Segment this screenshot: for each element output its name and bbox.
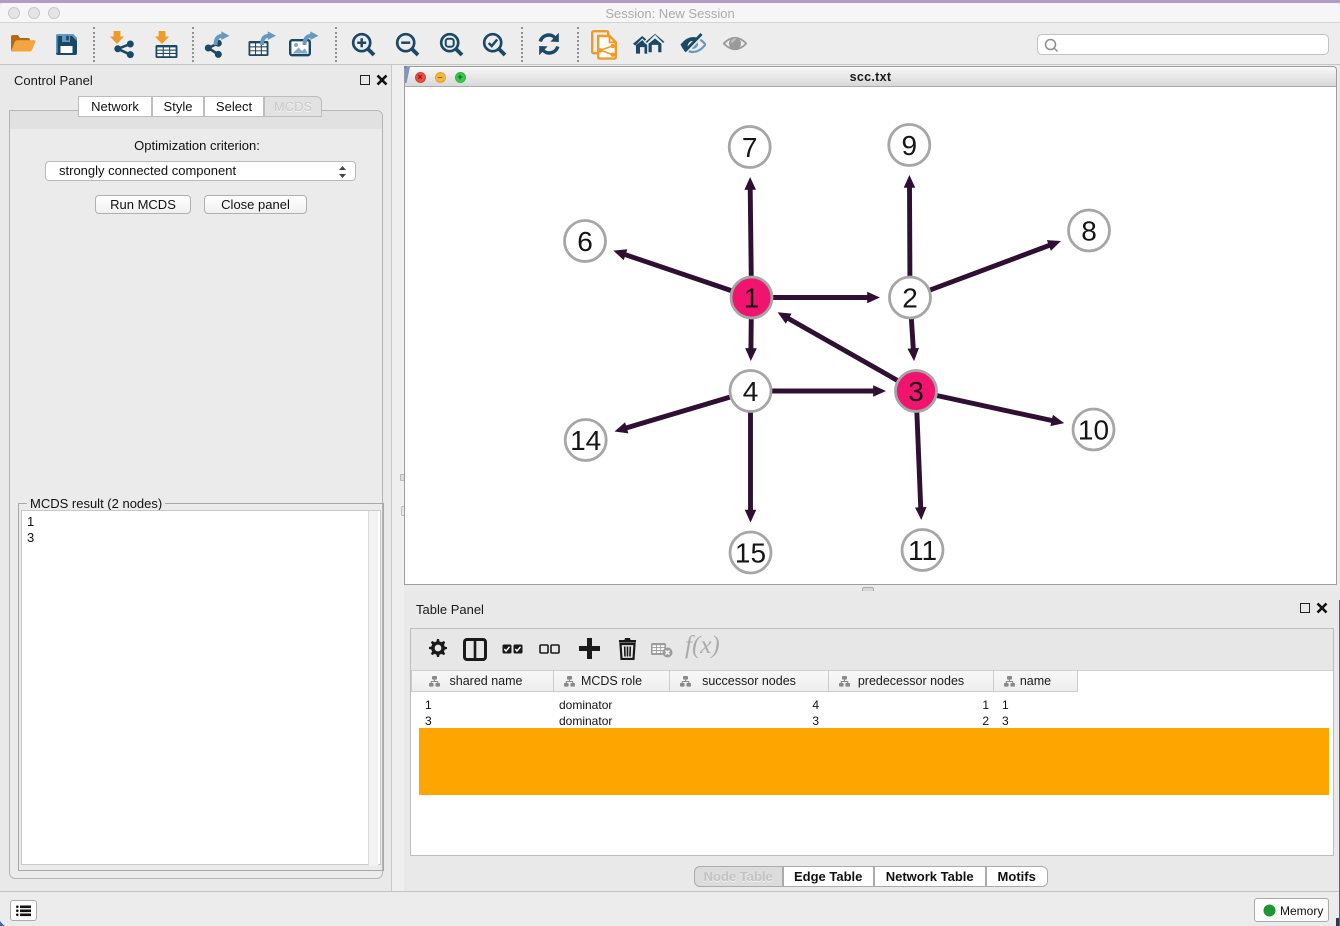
svg-text:9: 9 [902,130,918,161]
svg-text:14: 14 [570,425,601,456]
svg-text:6: 6 [577,226,593,257]
svg-text:10: 10 [1078,415,1109,446]
svg-text:4: 4 [743,376,759,407]
svg-text:11: 11 [908,535,937,566]
svg-text:1: 1 [744,283,760,314]
svg-text:8: 8 [1081,216,1097,247]
svg-text:2: 2 [902,283,918,314]
svg-text:3: 3 [908,376,924,407]
svg-text:15: 15 [735,538,766,569]
svg-text:7: 7 [742,132,758,163]
